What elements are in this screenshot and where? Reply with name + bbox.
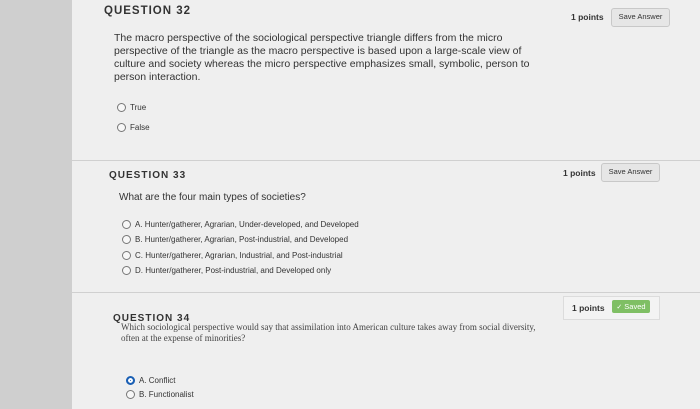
save-answer-button-q32[interactable]: Save Answer xyxy=(611,8,670,27)
radio-button[interactable] xyxy=(117,123,126,132)
saved-label: Saved xyxy=(624,302,646,311)
question-32-option-false[interactable]: False xyxy=(117,123,150,132)
radio-button[interactable] xyxy=(122,251,131,260)
save-answer-button-q33[interactable]: Save Answer xyxy=(601,163,660,182)
question-33-points: 1 points xyxy=(563,168,596,178)
question-33-header: QUESTION 33 xyxy=(109,170,187,181)
radio-button[interactable] xyxy=(122,235,131,244)
check-icon: ✓ xyxy=(616,304,623,311)
option-label: A. Conflict xyxy=(139,376,176,385)
divider xyxy=(72,292,700,293)
radio-button[interactable] xyxy=(122,266,131,275)
left-gutter xyxy=(0,0,72,409)
question-33-option-a[interactable]: A. Hunter/gatherer, Agrarian, Under-deve… xyxy=(122,220,359,229)
radio-button[interactable] xyxy=(122,220,131,229)
option-label: A. Hunter/gatherer, Agrarian, Under-deve… xyxy=(135,220,359,229)
question-32-header: QUESTION 32 xyxy=(104,5,192,17)
option-label: False xyxy=(130,123,150,132)
option-label: D. Hunter/gatherer, Post-industrial, and… xyxy=(135,266,332,275)
question-33-option-d[interactable]: D. Hunter/gatherer, Post-industrial, and… xyxy=(122,266,331,275)
radio-button-selected[interactable] xyxy=(126,376,135,385)
question-33-text: What are the four main types of societie… xyxy=(119,192,306,203)
radio-button[interactable] xyxy=(126,390,135,399)
question-34-text: Which sociological perspective would say… xyxy=(121,322,536,343)
option-label: True xyxy=(130,103,147,112)
saved-badge: ✓ Saved xyxy=(612,300,650,313)
question-34-option-a[interactable]: A. Conflict xyxy=(126,376,175,385)
question-33-option-b[interactable]: B. Hunter/gatherer, Agrarian, Post-indus… xyxy=(122,235,348,244)
question-33-option-c[interactable]: C. Hunter/gatherer, Agrarian, Industrial… xyxy=(122,251,343,260)
option-label: B. Hunter/gatherer, Agrarian, Post-indus… xyxy=(135,235,349,244)
question-34-option-b[interactable]: B. Functionalist xyxy=(126,390,194,399)
option-label: C. Hunter/gatherer, Agrarian, Industrial… xyxy=(135,251,343,260)
radio-button[interactable] xyxy=(117,103,126,112)
question-32-option-true[interactable]: True xyxy=(117,103,146,112)
question-34-points: 1 points xyxy=(572,303,605,313)
question-32-points: 1 points xyxy=(571,12,604,22)
divider xyxy=(72,160,700,161)
option-label: B. Functionalist xyxy=(139,390,194,399)
question-32-text: The macro perspective of the sociologica… xyxy=(114,32,530,83)
